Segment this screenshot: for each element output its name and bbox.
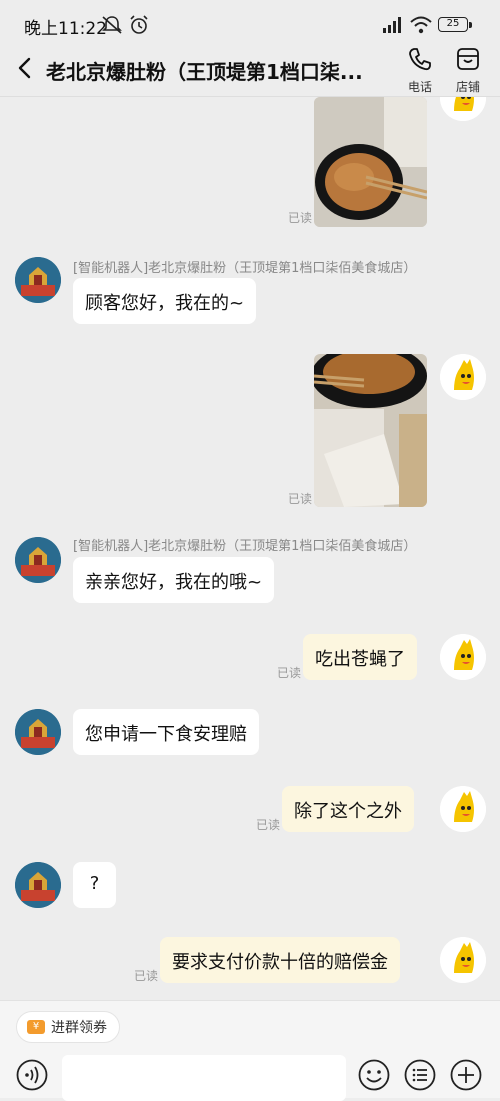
sender-name: [智能机器人]老北京爆肚粉（王顶堤第1档口柒佰美食城店） bbox=[73, 261, 417, 276]
store-label: 店铺 bbox=[455, 80, 480, 94]
input-bar: ¥ 进群领券 bbox=[0, 1000, 500, 1101]
food-photo bbox=[314, 354, 427, 507]
alarm-icon bbox=[130, 15, 148, 34]
user-avatar-image bbox=[440, 786, 486, 832]
read-receipt: 已读 bbox=[288, 211, 313, 225]
user-avatar-image bbox=[440, 937, 486, 983]
user-message[interactable]: 要求支付价款十倍的赔偿金 bbox=[160, 937, 400, 983]
mute-icon bbox=[102, 16, 122, 34]
user-avatar[interactable] bbox=[440, 97, 486, 121]
user-avatar[interactable] bbox=[440, 354, 486, 400]
voice-icon[interactable] bbox=[16, 1059, 48, 1091]
ticket-icon: ¥ bbox=[27, 1020, 45, 1034]
coupon-label: 进群领券 bbox=[51, 1020, 107, 1036]
signal-icon bbox=[383, 17, 401, 33]
plus-icon[interactable] bbox=[450, 1059, 482, 1091]
user-avatar-image bbox=[440, 634, 486, 680]
user-avatar[interactable] bbox=[440, 634, 486, 680]
food-photo bbox=[314, 97, 427, 227]
message-input[interactable] bbox=[62, 1055, 346, 1101]
bot-message[interactable]: ? bbox=[73, 862, 116, 908]
user-message[interactable]: 吃出苍蝇了 bbox=[303, 634, 417, 680]
battery-tip bbox=[469, 22, 472, 28]
chat-header: 老北京爆肚粉（王顶堤第1档口柒... 电话 店铺 bbox=[0, 44, 500, 97]
phone-button[interactable]: 电话 bbox=[400, 46, 440, 95]
shop-avatar-image bbox=[15, 862, 61, 908]
shop-avatar-image bbox=[15, 537, 61, 583]
shop-avatar-image bbox=[15, 709, 61, 755]
read-receipt: 已读 bbox=[277, 666, 302, 680]
message-list[interactable]: 已读 [智能机器人]老北京爆肚粉（王顶堤第1档口柒佰美食城店） 顾客您好，我在的… bbox=[0, 97, 500, 1000]
chat-title: 老北京爆肚粉（王顶堤第1档口柒... bbox=[46, 60, 363, 84]
menu-list-icon[interactable] bbox=[404, 1059, 436, 1091]
user-avatar[interactable] bbox=[440, 937, 486, 983]
sender-name: [智能机器人]老北京爆肚粉（王顶堤第1档口柒佰美食城店） bbox=[73, 539, 417, 554]
shop-avatar-image bbox=[15, 257, 61, 303]
store-button[interactable]: 店铺 bbox=[448, 46, 488, 95]
user-message[interactable]: 除了这个之外 bbox=[282, 786, 414, 832]
bot-message[interactable]: 亲亲您好，我在的哦~ bbox=[73, 557, 275, 603]
photo-message[interactable] bbox=[314, 354, 427, 507]
phone-label: 电话 bbox=[407, 80, 432, 94]
read-receipt: 已读 bbox=[288, 492, 313, 506]
bot-message[interactable]: 您申请一下食安理赔 bbox=[73, 709, 259, 755]
join-group-coupon-button[interactable]: ¥ 进群领券 bbox=[16, 1011, 120, 1043]
wifi-icon bbox=[410, 16, 432, 34]
user-avatar-image bbox=[440, 354, 486, 400]
phone-icon bbox=[409, 48, 431, 71]
shop-avatar[interactable] bbox=[15, 709, 61, 755]
photo-message[interactable] bbox=[314, 97, 427, 227]
read-receipt: 已读 bbox=[256, 818, 281, 832]
battery-icon: 25 bbox=[438, 17, 468, 32]
emoji-icon[interactable] bbox=[358, 1059, 390, 1091]
shop-avatar[interactable] bbox=[15, 257, 61, 303]
user-avatar-image bbox=[440, 97, 486, 121]
shop-avatar[interactable] bbox=[15, 537, 61, 583]
status-bar: 晚上11:22 25 bbox=[0, 0, 500, 50]
back-icon[interactable] bbox=[14, 56, 38, 80]
store-icon bbox=[457, 48, 479, 70]
shop-avatar[interactable] bbox=[15, 862, 61, 908]
user-avatar[interactable] bbox=[440, 786, 486, 832]
status-time: 晚上11:22 bbox=[24, 19, 107, 39]
bot-message[interactable]: 顾客您好，我在的~ bbox=[73, 278, 257, 324]
read-receipt: 已读 bbox=[134, 969, 159, 983]
